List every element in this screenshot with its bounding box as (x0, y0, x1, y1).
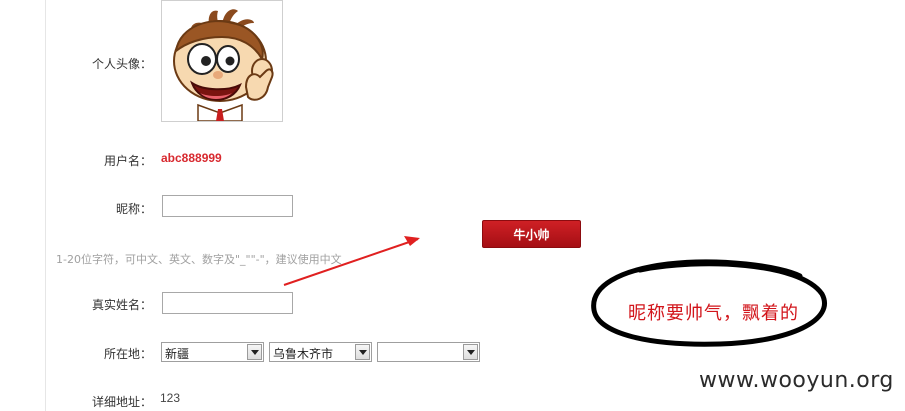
annotation-overlay (283, 236, 827, 347)
annotation-note: 昵称要帅气，飘着的 (628, 303, 799, 324)
red-arrow-icon (283, 236, 420, 286)
watermark: www.wooyun.org (699, 368, 894, 393)
